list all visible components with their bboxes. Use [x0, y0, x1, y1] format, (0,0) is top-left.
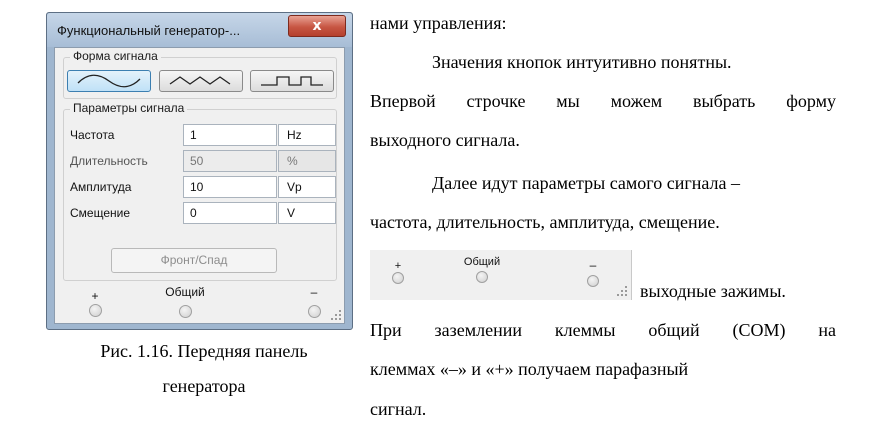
strip-grip-icon	[617, 286, 627, 296]
strip-plus-label: +	[394, 260, 402, 272]
text-line-6: частота, длительность, амплитуда, смещен…	[370, 212, 720, 232]
offset-unit[interactable]: V	[278, 202, 336, 224]
strip-terminal-plus: +	[388, 260, 408, 284]
text-line-7: выходные зажимы.	[640, 281, 786, 301]
triangle-wave-icon	[169, 76, 231, 85]
terminal-common-label: Общий	[165, 285, 205, 299]
text-line-8: При заземлении клеммы общий (COM) на	[370, 320, 836, 340]
terminal-common: Общий	[155, 285, 215, 318]
window-client-area: Форма сигнала Параметры сигнала Частота	[54, 47, 345, 324]
strip-plus-connector	[392, 272, 404, 284]
strip-minus-connector	[587, 275, 599, 287]
window-titlebar[interactable]: Функциональный генератор-... x	[47, 13, 352, 47]
frequency-input[interactable]: 1	[183, 124, 277, 146]
amplitude-label: Амплитуда	[70, 180, 132, 194]
terminal-minus-connector[interactable]	[307, 305, 321, 318]
terminal-minus: –	[301, 285, 327, 318]
terminal-plus-connector[interactable]	[88, 304, 102, 317]
text-line-10: сигнал.	[370, 399, 427, 419]
text-line-4: выходного сигнала.	[370, 130, 520, 150]
generator-window: Функциональный генератор-... x Форма сиг…	[46, 12, 353, 330]
strip-terminal-common: Общий	[456, 256, 508, 283]
terminal-common-connector[interactable]	[178, 305, 192, 318]
sine-wave-button[interactable]	[67, 70, 151, 92]
terminals-strip-image: + Общий –	[370, 250, 632, 300]
caption-line-1: Рис. 1.16. Передняя панель	[100, 341, 308, 361]
sine-wave-icon	[77, 74, 141, 88]
signal-shape-group-label: Форма сигнала	[70, 49, 161, 63]
strip-terminal-minus: –	[583, 258, 603, 287]
text-line-9: клеммах «–» и «+» получаем парафазный	[370, 359, 689, 379]
text-line-5: Далее идут параметры самого сигнала –	[432, 173, 740, 193]
window-title: Функциональный генератор-...	[57, 23, 241, 38]
text-line-1: нами управления:	[370, 13, 507, 33]
square-wave-button[interactable]	[250, 70, 334, 92]
duty-cycle-input: 50	[183, 150, 277, 172]
signal-shape-group: Форма сигнала	[63, 49, 337, 99]
resize-grip-icon[interactable]	[331, 310, 341, 320]
amplitude-unit[interactable]: Vp	[278, 176, 336, 198]
strip-common-label: Общий	[463, 256, 501, 268]
strip-minus-label: –	[589, 258, 597, 272]
strip-common-connector	[476, 271, 488, 283]
close-button[interactable]: x	[288, 15, 346, 37]
terminal-plus: +	[82, 289, 108, 317]
rise-fall-button: Фронт/Спад	[111, 248, 277, 273]
caption-line-2: генератора	[162, 376, 246, 396]
duty-cycle-unit: %	[278, 150, 336, 172]
square-wave-icon	[261, 76, 323, 86]
figure-caption: Рис. 1.16. Передняя панель генератора	[46, 334, 362, 404]
frequency-label: Частота	[70, 128, 115, 142]
text-line-3: Впервой строчке мы можем выбрать форму	[370, 91, 836, 111]
triangle-wave-button[interactable]	[159, 70, 243, 92]
amplitude-input[interactable]: 10	[183, 176, 277, 198]
duty-cycle-label: Длительность	[70, 154, 148, 168]
terminal-minus-label: –	[310, 285, 318, 299]
text-line-2: Значения кнопок интуитивно понятны.	[432, 52, 732, 72]
offset-label: Смещение	[70, 206, 131, 220]
signal-params-group-label: Параметры сигнала	[70, 101, 188, 115]
frequency-unit[interactable]: Hz	[278, 124, 336, 146]
offset-input[interactable]: 0	[183, 202, 277, 224]
terminal-plus-label: +	[91, 289, 99, 303]
